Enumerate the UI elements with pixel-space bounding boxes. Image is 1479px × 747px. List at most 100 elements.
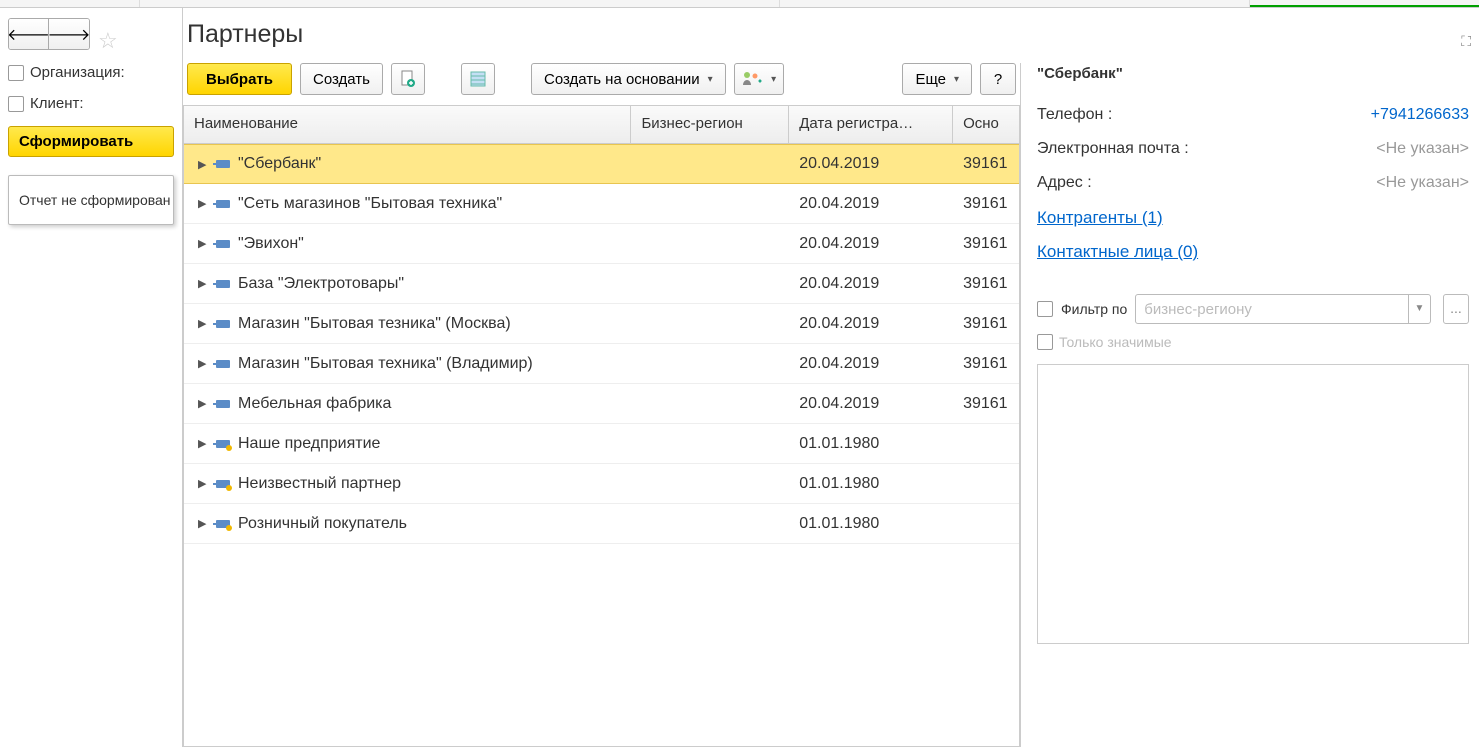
tree-expand-icon[interactable]: ▶ [198, 437, 208, 450]
counterparties-link[interactable]: Контрагенты (1) [1037, 208, 1163, 228]
table-row[interactable]: ▶"Сбербанк"20.04.201939161 [184, 144, 1019, 184]
organization-checkbox[interactable] [8, 65, 24, 81]
address-value: <Не указан> [1376, 174, 1469, 192]
cell-date: 01.01.1980 [789, 515, 953, 533]
table-row[interactable]: ▶ "Сеть магазинов "Бытовая техника" 20.04.… [184, 184, 1019, 224]
favorite-star-icon[interactable]: ☆ [98, 28, 118, 54]
maximize-icon[interactable]: ⛶ [1461, 33, 1471, 50]
cell-date: 20.04.2019 [789, 195, 953, 213]
nav-forward-button[interactable]: 🡒 [49, 19, 89, 49]
table-row[interactable]: ▶Наше предприятие 01.01.1980 [184, 424, 1019, 464]
create-document-button[interactable] [391, 63, 425, 95]
table-row[interactable]: ▶База "Электротовары"20.04.201939161 [184, 264, 1019, 304]
th-base[interactable]: Осно [953, 106, 1019, 143]
table-row[interactable]: ▶Неизвестный партнер01.01.1980 [184, 464, 1019, 504]
cell-date: 20.04.2019 [789, 315, 953, 333]
th-date[interactable]: Дата регистра… [789, 106, 953, 143]
table-row[interactable]: ▶ Розничный покупатель 01.01.1980 [184, 504, 1019, 544]
new-document-icon [399, 70, 417, 88]
tree-expand-icon[interactable]: ▶ [198, 158, 208, 171]
cell-name: ▶ Мебельная фабрика [184, 395, 631, 413]
people-icon [741, 70, 763, 88]
address-label: Адрес : [1037, 174, 1092, 192]
select-more-button[interactable]: ... [1443, 294, 1469, 324]
tree-expand-icon[interactable]: ▶ [198, 317, 208, 330]
cell-base: 39161 [953, 195, 1019, 213]
cell-name: ▶Наше предприятие [184, 435, 631, 453]
partner-name: Розничный покупатель [238, 515, 407, 533]
tree-expand-icon[interactable]: ▶ [198, 397, 208, 410]
partner-name: "Эвихон" [238, 235, 304, 253]
filter-by-block: Фильтр по бизнес-региону ▼ ... [1037, 294, 1469, 324]
detail-content-box [1037, 364, 1469, 644]
chevron-down-icon[interactable]: ▼ [1408, 295, 1430, 323]
table-body: ▶"Сбербанк"20.04.201939161▶"Сеть магазин… [184, 144, 1019, 544]
table-row[interactable]: ▶ Мебельная фабрика 20.04.201939161 [184, 384, 1019, 424]
tree-expand-icon[interactable]: ▶ [198, 477, 208, 490]
list-view-button[interactable] [461, 63, 495, 95]
email-value: <Не указан> [1376, 140, 1469, 158]
nav-buttons: 🡐 🡒 [8, 18, 90, 50]
more-actions-button[interactable]: Еще [902, 63, 972, 95]
report-status-box: Отчет не сформирован [8, 175, 174, 225]
people-dropdown-button[interactable] [734, 63, 784, 95]
cell-name: ▶ Магазин "Бытовая техника" (Владимир) [184, 355, 631, 373]
cell-base: 39161 [953, 155, 1019, 173]
select-button[interactable]: Выбрать [187, 63, 292, 95]
cell-base: 39161 [953, 395, 1019, 413]
only-significant-label: Только значимые [1059, 334, 1172, 350]
create-based-on-button[interactable]: Создать на основании [531, 63, 726, 95]
cell-name: ▶"Сбербанк" [184, 155, 631, 173]
email-label: Электронная почта : [1037, 140, 1189, 158]
partner-item-icon [216, 520, 230, 528]
partner-item-icon [216, 200, 230, 208]
cell-date: 20.04.2019 [789, 355, 953, 373]
partner-name: Мебельная фабрика [238, 395, 391, 413]
report-status-text: Отчет не сформирован [19, 192, 171, 208]
help-button[interactable]: ? [980, 63, 1016, 95]
main-panel: Партнеры ⛶ Выбрать Создать Создать на ос… [183, 8, 1479, 747]
organization-filter: Организация: [8, 64, 174, 81]
table-header-row: Наименование Бизнес-регион Дата регистра… [184, 106, 1019, 144]
cell-date: 01.01.1980 [789, 435, 953, 453]
client-label: Клиент: [30, 95, 84, 112]
phone-value[interactable]: +7941266633 [1371, 106, 1469, 124]
detail-panel: "Сбербанк" Телефон : +7941266633 Электро… [1021, 63, 1479, 747]
partner-name: Магазин "Бытовая техника" (Владимир) [238, 355, 533, 373]
partner-name: Неизвестный партнер [238, 475, 401, 493]
create-button[interactable]: Создать [300, 63, 383, 95]
cell-base: 39161 [953, 315, 1019, 333]
only-significant-checkbox[interactable] [1037, 334, 1053, 350]
partner-item-icon [216, 480, 230, 488]
table-row[interactable]: ▶ Магазин "Бытовая тезника" (Москва) 20.04… [184, 304, 1019, 344]
table-row[interactable]: ▶ Магазин "Бытовая техника" (Владимир) 20.… [184, 344, 1019, 384]
cell-date: 20.04.2019 [789, 395, 953, 413]
tree-expand-icon[interactable]: ▶ [198, 277, 208, 290]
nav-back-button[interactable]: 🡐 [9, 19, 49, 49]
toolbar: Выбрать Создать Создать на основании [183, 63, 1020, 105]
client-checkbox[interactable] [8, 96, 24, 112]
cell-name: ▶ База "Электротовары" [184, 275, 631, 293]
partner-name: "Сеть магазинов "Бытовая техника" [238, 195, 502, 213]
filter-by-checkbox[interactable] [1037, 301, 1053, 317]
generate-report-button[interactable]: Сформировать [8, 126, 174, 157]
partner-name: Магазин "Бытовая тезника" (Москва) [238, 315, 511, 333]
business-region-select[interactable]: бизнес-региону ▼ [1135, 294, 1431, 324]
partner-name: База "Электротовары" [238, 275, 404, 293]
cell-date: 20.04.2019 [789, 235, 953, 253]
tree-expand-icon[interactable]: ▶ [198, 237, 208, 250]
left-panel: 🡐 🡒 ☆ Организация: Клиент: Сформировать … [0, 8, 183, 747]
contacts-link[interactable]: Контактные лица (0) [1037, 242, 1198, 262]
cell-base: 39161 [953, 235, 1019, 253]
tree-expand-icon[interactable]: ▶ [198, 357, 208, 370]
tree-expand-icon[interactable]: ▶ [198, 517, 208, 530]
cell-name: ▶ "Сеть магазинов "Бытовая техника" [184, 195, 631, 213]
organization-label: Организация: [30, 64, 125, 81]
cell-name: ▶ "Эвихон" [184, 235, 631, 253]
partner-item-icon [216, 360, 230, 368]
th-region[interactable]: Бизнес-регион [631, 106, 789, 143]
business-region-placeholder: бизнес-региону [1136, 301, 1408, 318]
table-row[interactable]: ▶ "Эвихон" 20.04.201939161 [184, 224, 1019, 264]
tree-expand-icon[interactable]: ▶ [198, 197, 208, 210]
th-name[interactable]: Наименование [184, 106, 631, 143]
